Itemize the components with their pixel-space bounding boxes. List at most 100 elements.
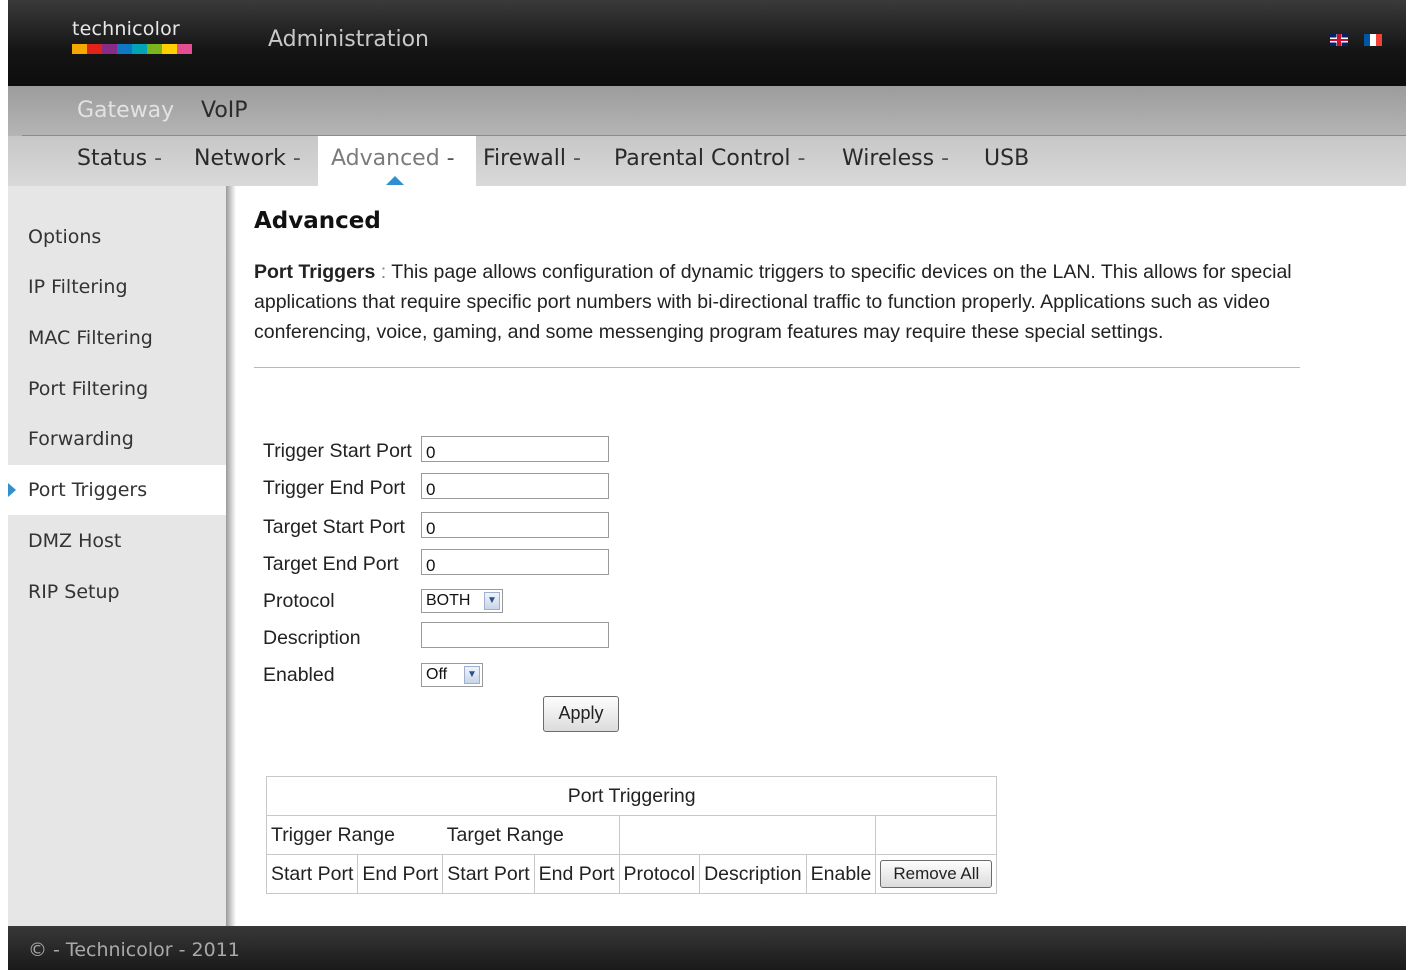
remove-all-button[interactable]: Remove All [880,860,993,888]
sidebar-item-label: RIP Setup [28,581,120,603]
logo-color-segment [72,44,87,54]
sidebar: Options IP Filtering MAC Filtering Port … [8,186,226,926]
enabled-label: Enabled [263,664,335,686]
column-header: Start Port [265,854,359,894]
logo-color-segment [117,44,132,54]
active-tab-caret-icon [386,176,404,185]
enabled-selected-value: Off [426,666,448,683]
tab-status[interactable]: Status - [77,146,162,171]
tab-parental-control[interactable]: Parental Control - [614,146,806,171]
tab-separator: - [154,146,163,171]
target-end-port-input[interactable]: 0 [421,549,609,575]
table-title: Port Triggering [265,776,998,816]
tab-usb[interactable]: USB [984,146,1029,171]
sidebar-item-options[interactable]: Options [8,212,226,262]
technicolor-logo[interactable]: technicolor [72,18,192,54]
sidebar-item-port-triggers[interactable]: Port Triggers [8,465,226,515]
column-header: Start Port [442,854,535,894]
page-description: Port Triggers : This page allows configu… [254,257,1302,347]
logo-color-bar [72,44,192,54]
sidebar-item-forwarding[interactable]: Forwarding [8,414,226,464]
protocol-select[interactable]: BOTH ▼ [421,589,503,613]
tab-label: Wireless [842,146,935,171]
table-column-header-row: Start Port End Port Start Port End Port … [265,854,998,894]
enabled-select[interactable]: Off ▼ [421,663,483,687]
footer: © - Technicolor - 2011 [8,926,1406,970]
header-title: Administration [268,27,429,52]
logo-color-segment [147,44,162,54]
logo-color-segment [162,44,177,54]
column-header: End Port [357,854,444,894]
logo-color-segment [102,44,117,54]
group-header-trigger-range: Trigger Range [265,815,443,855]
trigger-start-port-input[interactable]: 0 [421,436,609,462]
fr-flag-icon[interactable] [1364,34,1382,46]
top-menu-voip[interactable]: VoIP [201,98,248,123]
sidebar-item-mac-filtering[interactable]: MAC Filtering [8,313,226,363]
divider [254,367,1300,368]
intro-separator: : [380,261,387,283]
sidebar-item-label: DMZ Host [28,530,122,552]
chevron-down-icon[interactable]: ▼ [484,592,500,610]
sidebar-item-label: Port Filtering [28,378,149,400]
tab-label: Firewall [483,146,566,171]
top-menu: Gateway VoIP [8,86,1406,136]
tab-firewall[interactable]: Firewall - [483,146,581,171]
target-end-port-label: Target End Port [263,553,399,575]
table-title-row: Port Triggering [265,776,998,816]
sidebar-item-label: MAC Filtering [28,327,153,349]
tab-separator: - [292,146,301,171]
sidebar-item-dmz-host[interactable]: DMZ Host [8,516,226,566]
intro-text: This page allows configuration of dynami… [254,261,1292,343]
page-title: Advanced [254,208,381,234]
column-header: Enable [805,854,877,894]
top-menu-gateway[interactable]: Gateway [77,98,174,123]
target-start-port-label: Target Start Port [263,516,405,538]
tab-separator: - [941,146,950,171]
trigger-end-port-input[interactable]: 0 [421,473,609,499]
sidebar-item-port-filtering[interactable]: Port Filtering [8,364,226,414]
tab-separator: - [797,146,806,171]
chevron-down-icon[interactable]: ▼ [464,666,480,684]
tab-wireless[interactable]: Wireless - [842,146,949,171]
logo-color-segment [132,44,147,54]
sidebar-item-label: IP Filtering [28,276,128,298]
trigger-start-port-label: Trigger Start Port [263,440,412,462]
group-header-spacer [618,815,877,855]
header-bar: technicolor Administration [8,0,1406,86]
column-header: End Port [533,854,620,894]
sidebar-item-rip-setup[interactable]: RIP Setup [8,567,226,617]
sub-menu: Status - Network - Advanced - Firewall -… [8,136,1406,186]
sidebar-item-label: Port Triggers [28,479,148,501]
tab-label: Status [77,146,148,171]
sidebar-item-label: Forwarding [28,428,134,450]
group-header-spacer [875,815,998,855]
tab-network[interactable]: Network - [194,146,301,171]
tab-separator: - [446,146,455,171]
protocol-selected-value: BOTH [426,592,471,609]
column-header: Protocol [618,854,701,894]
protocol-label: Protocol [263,590,335,612]
tab-label: Advanced [331,146,440,171]
logo-color-segment [177,44,192,54]
tab-label: Network [194,146,286,171]
sidebar-item-ip-filtering[interactable]: IP Filtering [8,262,226,312]
sidebar-shadow [226,186,236,926]
group-header-target-range: Target Range [442,815,620,855]
column-header: Description [699,854,807,894]
description-input[interactable] [421,622,609,648]
intro-heading: Port Triggers [254,261,376,283]
apply-button[interactable]: Apply [543,696,619,732]
logo-color-segment [87,44,102,54]
tab-label: USB [984,146,1030,171]
footer-copyright: © - Technicolor - 2011 [28,939,240,961]
uk-flag-icon[interactable] [1330,34,1348,46]
language-selector [1330,34,1382,46]
target-start-port-input[interactable]: 0 [421,512,609,538]
router-admin-page: technicolor Administration Gateway VoIP [8,0,1406,970]
tab-advanced[interactable]: Advanced - [331,146,455,171]
table-group-header-row: Trigger Range Target Range [265,815,998,855]
trigger-end-port-label: Trigger End Port [263,477,406,499]
active-arrow-icon [8,483,16,497]
logo-text: technicolor [72,18,180,40]
